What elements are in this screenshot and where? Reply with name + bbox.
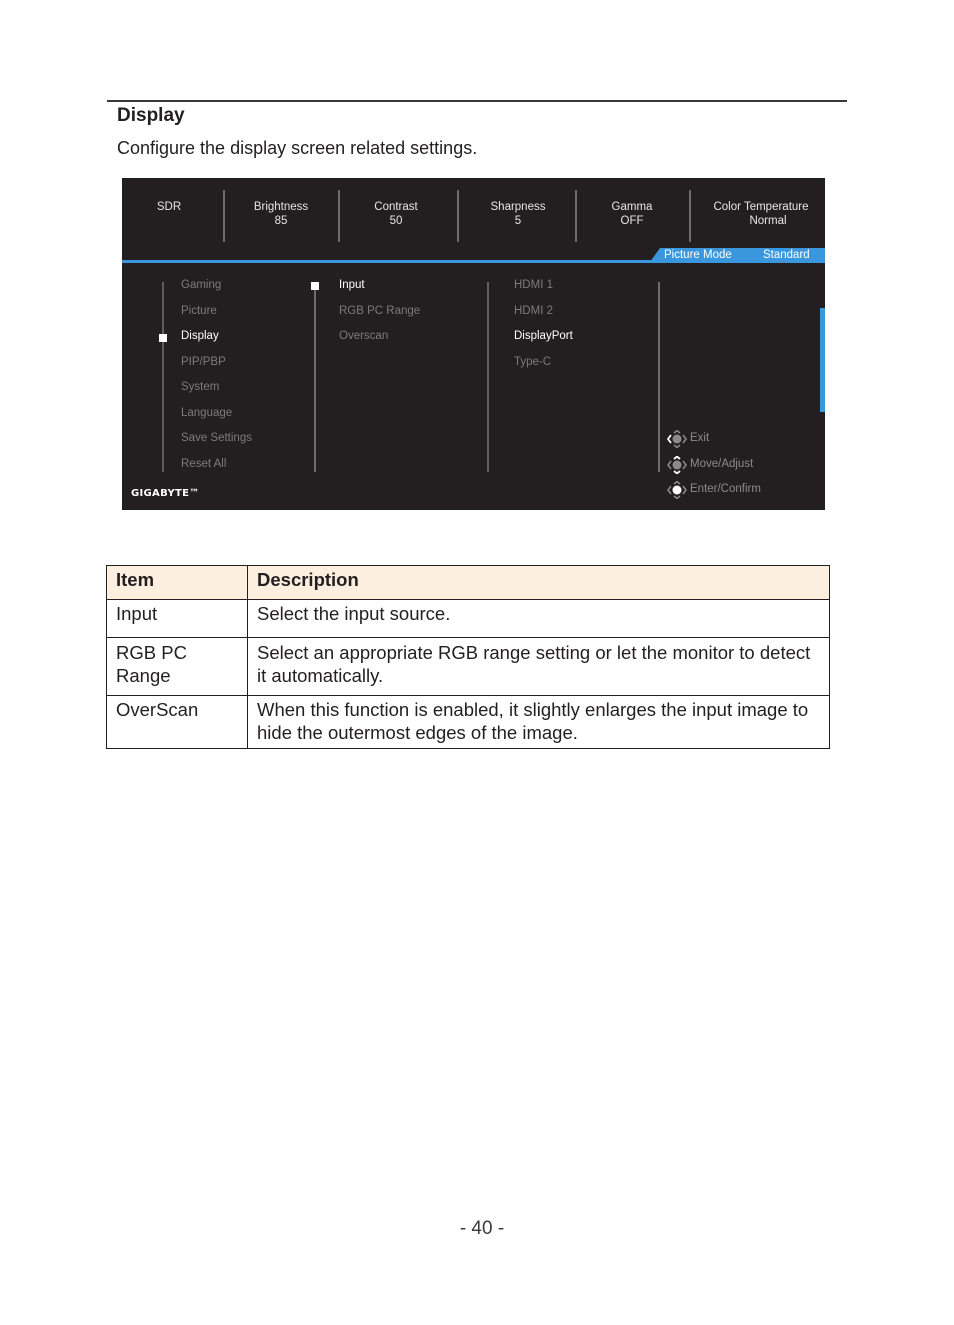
main-menu-item-save-settings[interactable]: Save Settings (181, 432, 252, 444)
hint-label: Move/Adjust (690, 458, 754, 470)
table-cell-item: Input (106, 599, 248, 638)
osd-top-label: Contrast (374, 201, 418, 213)
options-line (487, 282, 489, 472)
osd-top-divider (575, 190, 577, 242)
osd-top-sharpness: Sharpness 5 (460, 200, 576, 228)
joystick-press-icon (667, 481, 687, 499)
hint-label: Exit (690, 432, 710, 444)
table-cell-item: OverScan (106, 695, 248, 749)
main-menu-item-system[interactable]: System (181, 381, 219, 393)
table-row: OverScan When this function is enabled, … (106, 695, 830, 749)
main-menu-line (162, 282, 164, 472)
description-table: Item Description Input Select the input … (106, 565, 830, 749)
table-row: Input Select the input source. (106, 599, 830, 638)
sub-menu-line (314, 282, 316, 472)
osd-top-value: Normal (749, 215, 787, 227)
sub-menu-item-input[interactable]: Input (339, 279, 365, 291)
section-title: Display (117, 105, 185, 126)
osd-top-label: Color Temperature (713, 201, 809, 213)
section-top-rule (107, 100, 847, 102)
option-hdmi-1[interactable]: HDMI 1 (514, 279, 553, 291)
hints-line (658, 282, 660, 472)
osd-scrollbar[interactable] (820, 308, 825, 412)
option-displayport[interactable]: DisplayPort (514, 330, 573, 342)
picture-mode-label: Picture Mode (664, 249, 732, 261)
picture-mode-value: Standard (763, 249, 810, 261)
osd-menu-screenshot: SDR Brightness 85 Contrast 50 Sharpness … (122, 178, 825, 510)
table-cell-description: Select the input source. (247, 599, 830, 638)
osd-top-value: OFF (620, 215, 644, 227)
sub-menu-selection-marker (311, 282, 319, 290)
osd-top-label: SDR (156, 201, 182, 213)
osd-top-label: Gamma (611, 201, 653, 213)
hint-label: Enter/Confirm (690, 483, 761, 495)
osd-top-label: Sharpness (490, 201, 546, 213)
table-header-row: Item Description (106, 565, 830, 600)
osd-top-color-temperature: Color Temperature Normal (702, 200, 820, 228)
main-menu-item-pip-pbp[interactable]: PIP/PBP (181, 356, 226, 368)
sub-menu-item-rgb-pc-range[interactable]: RGB PC Range (339, 305, 420, 317)
joystick-left-icon (667, 430, 687, 448)
table-row: RGB PC Range Select an appropriate RGB r… (106, 637, 830, 696)
sub-menu-item-overscan[interactable]: Overscan (339, 330, 388, 342)
osd-top-divider (223, 190, 225, 242)
table-cell-item: RGB PC Range (106, 637, 248, 696)
table-header-description: Description (247, 565, 830, 600)
table-cell-description: Select an appropriate RGB range setting … (247, 637, 830, 696)
osd-top-label: Brightness (253, 201, 309, 213)
osd-top-value: 50 (389, 215, 403, 227)
page-number: - 40 - (459, 1218, 505, 1239)
table-header-item: Item (106, 565, 248, 600)
osd-top-brightness: Brightness 85 (226, 200, 336, 228)
option-hdmi-2[interactable]: HDMI 2 (514, 305, 553, 317)
osd-top-contrast: Contrast 50 (340, 200, 452, 228)
main-menu-selection-marker (159, 334, 167, 342)
main-menu-item-display[interactable]: Display (181, 330, 219, 342)
osd-top-value: 85 (274, 215, 288, 227)
main-menu-item-gaming[interactable]: Gaming (181, 279, 221, 291)
option-type-c[interactable]: Type-C (514, 356, 551, 368)
osd-top-divider (457, 190, 459, 242)
osd-top-sdr: SDR (134, 200, 204, 214)
joystick-move-icon (667, 456, 687, 474)
main-menu-item-language[interactable]: Language (181, 407, 232, 419)
osd-top-divider (689, 190, 691, 242)
osd-top-gamma: Gamma OFF (578, 200, 686, 228)
gigabyte-logo: GIGABYTE™ (131, 488, 200, 499)
osd-top-value: 5 (514, 215, 522, 227)
table-cell-description: When this function is enabled, it slight… (247, 695, 830, 749)
main-menu-item-reset-all[interactable]: Reset All (181, 458, 226, 470)
main-menu-item-picture[interactable]: Picture (181, 305, 217, 317)
section-description: Configure the display screen related set… (117, 138, 478, 158)
